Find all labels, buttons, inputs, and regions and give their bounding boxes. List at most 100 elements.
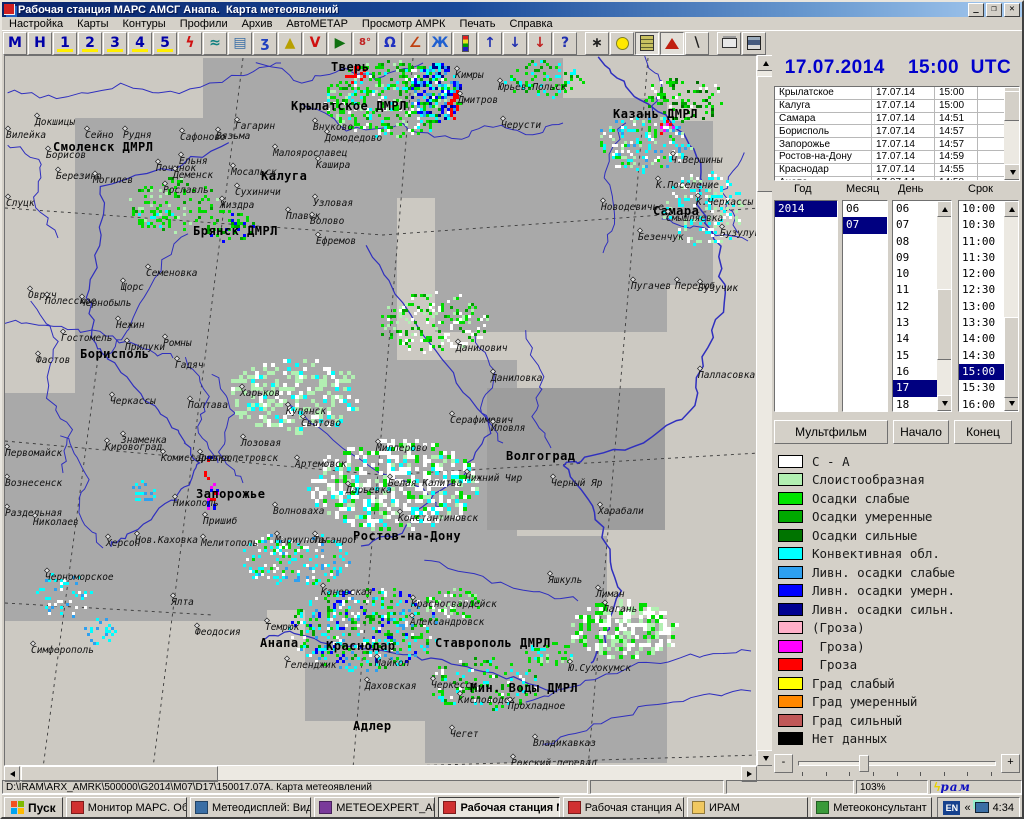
layer-4-button[interactable]: 4 xyxy=(128,32,152,55)
table-row[interactable]: Краснодар17.07.1414:55 xyxy=(775,164,1019,177)
list-item-time[interactable]: 10:00 xyxy=(959,201,1004,217)
minimize-button[interactable]: _ xyxy=(968,3,984,17)
menu-item-6[interactable]: Просмотр АМРК xyxy=(355,18,453,30)
task-button-0[interactable]: Монитор МАРС. Объе... xyxy=(66,797,187,819)
task-button-2[interactable]: METEOEXPERT_АМСГ А... xyxy=(314,797,435,819)
scroll-thumb[interactable] xyxy=(1004,91,1020,121)
layer-3-button[interactable]: 3 xyxy=(103,32,127,55)
station-table[interactable]: Крылатское17.07.1415:00Калуга17.07.1415:… xyxy=(774,86,1020,181)
listbox-scrollbar-time[interactable] xyxy=(1004,201,1018,411)
list-item-day[interactable]: 10 xyxy=(893,266,937,282)
list-item-year[interactable]: 2014 xyxy=(775,201,837,217)
list-item-day[interactable]: 15 xyxy=(893,348,937,364)
zoom-out-button[interactable]: - xyxy=(774,754,793,773)
list-item-time[interactable]: 15:30 xyxy=(959,380,1004,396)
lightning-button[interactable]: ϟ xyxy=(178,32,202,55)
layer-1-button[interactable]: 1 xyxy=(53,32,77,55)
menu-item-1[interactable]: Карты xyxy=(70,18,115,30)
listbox-day[interactable]: 06070809101112131415161718 xyxy=(892,200,952,412)
scroll-arrow-up[interactable] xyxy=(1004,201,1019,217)
listbox-month[interactable]: 0607 xyxy=(842,200,888,412)
save-button[interactable] xyxy=(742,32,766,55)
zoom-slider[interactable]: - + xyxy=(774,752,1020,778)
menu-item-3[interactable]: Профили xyxy=(173,18,235,30)
database-button[interactable]: ▤ xyxy=(228,32,252,55)
list-item-time[interactable]: 13:00 xyxy=(959,299,1004,315)
list-item-time[interactable]: 15:00 xyxy=(959,364,1004,380)
cabinet-button[interactable] xyxy=(635,32,659,55)
network-icon[interactable] xyxy=(975,802,989,813)
multifilm-button[interactable]: Мультфильм xyxy=(774,420,888,444)
arrow-down-red-button[interactable]: ↓ xyxy=(528,32,552,55)
list-item-time[interactable]: 11:30 xyxy=(959,250,1004,266)
sun-circle-button[interactable] xyxy=(610,32,634,55)
table-row[interactable]: Запорожье17.07.1414:57 xyxy=(775,138,1019,151)
weather-map[interactable]: ТверьКрылатское ДМРЛКазань ДМРЛСмоленск … xyxy=(4,55,757,766)
list-item-time[interactable]: 13:30 xyxy=(959,315,1004,331)
list-item-time[interactable]: 14:30 xyxy=(959,348,1004,364)
end-button[interactable]: Конец xyxy=(954,420,1012,444)
list-item-day[interactable]: 11 xyxy=(893,282,937,298)
language-indicator[interactable]: EN xyxy=(943,801,960,815)
list-item-day[interactable]: 08 xyxy=(893,234,937,250)
station-table-scrollbar[interactable] xyxy=(1004,87,1019,180)
list-item-time[interactable]: 11:00 xyxy=(959,234,1004,250)
bell-button[interactable]: Ω xyxy=(378,32,402,55)
table-row[interactable]: Калуга17.07.1415:00 xyxy=(775,100,1019,113)
isolines-button[interactable]: ≈ xyxy=(203,32,227,55)
slider-thumb[interactable] xyxy=(859,755,869,772)
table-row[interactable]: Ростов-на-Дону17.07.1414:59 xyxy=(775,151,1019,164)
listbox-time[interactable]: 10:0010:3011:0011:3012:0012:3013:0013:30… xyxy=(958,200,1019,412)
close-button[interactable]: ✕ xyxy=(1004,3,1020,17)
list-item-time[interactable]: 12:30 xyxy=(959,282,1004,298)
list-item-time[interactable]: 16:00 xyxy=(959,397,1004,412)
list-item-month[interactable]: 07 xyxy=(843,217,887,233)
thermometer-button[interactable]: 8° xyxy=(353,32,377,55)
list-item-day[interactable]: 07 xyxy=(893,217,937,233)
map-n-button[interactable]: Н xyxy=(28,32,52,55)
table-row[interactable]: Борисполь17.07.1414:57 xyxy=(775,125,1019,138)
list-item-time[interactable]: 10:30 xyxy=(959,217,1004,233)
angle-button[interactable]: ∠ xyxy=(403,32,427,55)
task-button-1[interactable]: Метеодисплей: Вид 17... xyxy=(190,797,311,819)
list-item-time[interactable]: 12:00 xyxy=(959,266,1004,282)
list-item-day[interactable]: 17 xyxy=(893,380,937,396)
task-button-6[interactable]: Метеоконсультант xyxy=(811,797,932,819)
zoom-in-button[interactable]: + xyxy=(1001,754,1020,773)
menu-item-0[interactable]: Настройка xyxy=(2,18,70,30)
restore-button[interactable]: ❐ xyxy=(986,3,1002,17)
bird-button[interactable]: ▶ xyxy=(328,32,352,55)
cloud-mound-button[interactable]: ▲ xyxy=(278,32,302,55)
menu-item-4[interactable]: Архив xyxy=(235,18,280,30)
start-button[interactable]: Начало xyxy=(893,420,949,444)
listbox-year[interactable]: 2014 xyxy=(774,200,838,412)
table-row[interactable]: Самара17.07.1414:51 xyxy=(775,113,1019,126)
arrow-down-button[interactable]: ↓ xyxy=(503,32,527,55)
scroll-arrow-up[interactable] xyxy=(937,201,952,217)
map-horizontal-scrollbar[interactable] xyxy=(4,766,757,780)
task-button-4[interactable]: Рабочая станция АМР... xyxy=(563,797,684,819)
list-item-day[interactable]: 14 xyxy=(893,331,937,347)
task-button-3[interactable]: Рабочая станция М... xyxy=(438,797,559,819)
color-scale-button[interactable] xyxy=(453,32,477,55)
scroll-arrow-down[interactable] xyxy=(937,395,952,411)
arrow-up-button[interactable]: ↑ xyxy=(478,32,502,55)
layer-2-button[interactable]: 2 xyxy=(78,32,102,55)
list-item-day[interactable]: 06 xyxy=(893,201,937,217)
snowflake-button[interactable]: Ж xyxy=(428,32,452,55)
map-vertical-scrollbar[interactable] xyxy=(757,55,772,766)
table-row[interactable]: Крылатское17.07.1415:00 xyxy=(775,87,1019,100)
list-item-month[interactable]: 06 xyxy=(843,201,887,217)
list-item-day[interactable]: 13 xyxy=(893,315,937,331)
scroll-thumb[interactable] xyxy=(937,289,952,360)
check-v-button[interactable]: V xyxy=(303,32,327,55)
map-m-button[interactable]: М xyxy=(3,32,27,55)
trajectory-button[interactable]: ʒ xyxy=(253,32,277,55)
help-button[interactable]: ? xyxy=(553,32,577,55)
menu-item-8[interactable]: Справка xyxy=(503,18,560,30)
list-item-day[interactable]: 16 xyxy=(893,364,937,380)
list-item-time[interactable]: 14:00 xyxy=(959,331,1004,347)
line-tool-button[interactable]: ∖ xyxy=(685,32,709,55)
menu-item-7[interactable]: Печать xyxy=(452,18,502,30)
listbox-scrollbar-day[interactable] xyxy=(937,201,951,411)
